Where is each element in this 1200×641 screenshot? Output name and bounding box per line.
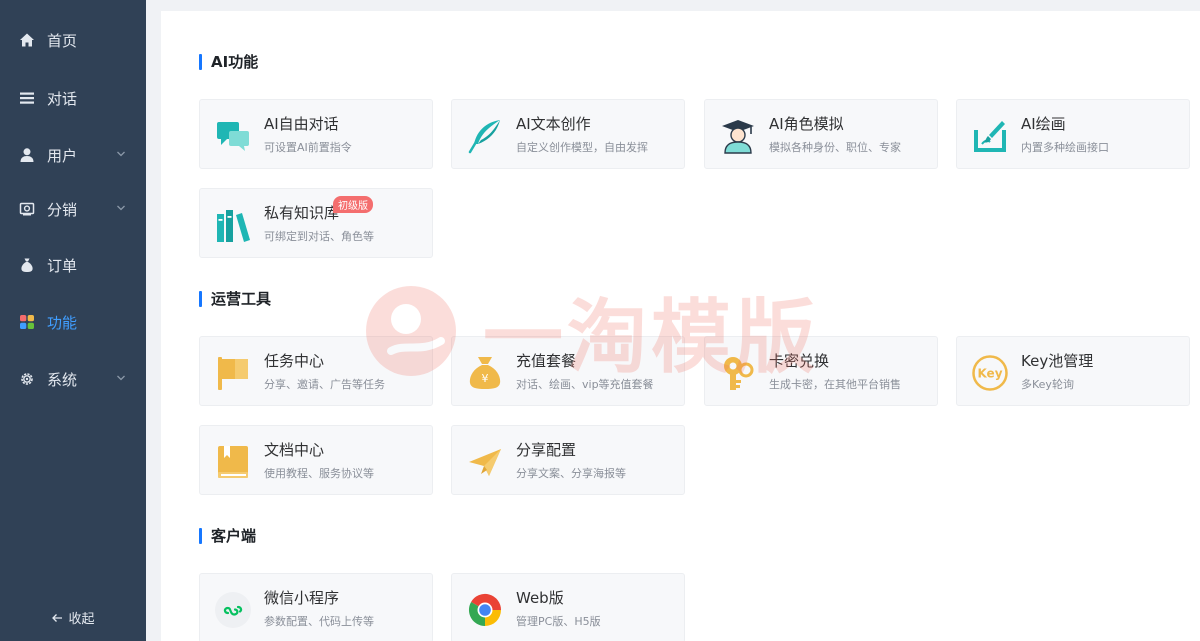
sidebar-item-distribution[interactable]: 分销 xyxy=(0,187,146,231)
sidebar-item-users[interactable]: 用户 xyxy=(0,133,146,177)
key-circle-icon: Key xyxy=(971,354,1009,392)
sidebar-item-label: 首页 xyxy=(47,31,78,50)
card-recharge-package[interactable]: ¥ 充值套餐 对话、绘画、vip等充值套餐 xyxy=(451,336,685,406)
card-desc: 分享文案、分享海报等 xyxy=(516,467,626,480)
card-card-key-exchange[interactable]: 卡密兑换 生成卡密，在其他平台销售 xyxy=(704,336,938,406)
sidebar-item-label: 分销 xyxy=(47,200,78,219)
section-title-client: 客户端 xyxy=(199,525,256,546)
card-doc-center[interactable]: 文档中心 使用教程、服务协议等 xyxy=(199,425,433,495)
section-bar xyxy=(199,527,202,544)
card-desc: 分享、邀请、广告等任务 xyxy=(264,378,385,391)
card-title: Key池管理 xyxy=(1021,352,1094,370)
sidebar-item-label: 系统 xyxy=(47,370,78,389)
card-title: 分享配置 xyxy=(516,441,577,459)
section-bar xyxy=(199,53,202,70)
section-bar xyxy=(199,290,202,307)
sidebar-item-system[interactable]: 系统 xyxy=(0,357,146,401)
section-title-text: AI功能 xyxy=(211,53,259,71)
feather-icon xyxy=(466,117,504,155)
card-web-version[interactable]: Web版 管理PC版、H5版 xyxy=(451,573,685,641)
collapse-label: 收起 xyxy=(68,612,95,627)
chrome-icon xyxy=(466,591,504,629)
arrow-left-icon xyxy=(52,613,63,622)
chat-bubbles-icon xyxy=(214,117,252,155)
collapse-button[interactable]: 收起 xyxy=(0,608,146,627)
chevron-down-icon xyxy=(117,205,125,211)
money-bag-icon: ¥ xyxy=(466,354,504,392)
graduate-icon xyxy=(719,117,757,155)
card-desc: 使用教程、服务协议等 xyxy=(264,467,374,480)
card-title: Web版 xyxy=(516,589,564,607)
card-desc: 多Key轮询 xyxy=(1021,378,1074,391)
sidebar-item-label: 订单 xyxy=(47,256,78,275)
grid-icon xyxy=(18,313,36,331)
sidebar-item-features[interactable]: 功能 xyxy=(0,300,146,344)
card-desc: 自定义创作模型，自由发挥 xyxy=(516,141,648,154)
card-desc: 对话、绘画、vip等充值套餐 xyxy=(516,378,654,391)
card-title: 私有知识库 xyxy=(264,204,340,222)
card-ai-painting[interactable]: AI绘画 内置多种绘画接口 xyxy=(956,99,1190,169)
card-ai-role-play[interactable]: AI角色模拟 模拟各种身份、职位、专家 xyxy=(704,99,938,169)
distribution-icon xyxy=(18,200,36,218)
chevron-down-icon xyxy=(117,151,125,157)
svg-text:Key: Key xyxy=(977,367,1002,381)
svg-text:¥: ¥ xyxy=(482,372,489,385)
section-title-ai: AI功能 xyxy=(199,51,258,72)
user-icon xyxy=(18,146,36,164)
card-wechat-miniprogram[interactable]: 微信小程序 参数配置、代码上传等 xyxy=(199,573,433,641)
money-bag-icon xyxy=(18,256,36,274)
section-title-text: 运营工具 xyxy=(211,290,272,308)
chevron-down-icon xyxy=(117,375,125,381)
card-title: 文档中心 xyxy=(264,441,325,459)
home-icon xyxy=(18,31,36,49)
paint-brush-icon xyxy=(971,117,1009,155)
sidebar-item-chat[interactable]: 对话 xyxy=(0,76,146,120)
card-desc: 可设置AI前置指令 xyxy=(264,141,352,154)
card-title: 卡密兑换 xyxy=(769,352,830,370)
sidebar-item-label: 用户 xyxy=(47,146,78,165)
card-desc: 内置多种绘画接口 xyxy=(1021,141,1109,154)
sidebar-item-label: 功能 xyxy=(47,313,78,332)
books-icon xyxy=(214,206,252,244)
card-desc: 生成卡密，在其他平台销售 xyxy=(769,378,901,391)
gear-icon xyxy=(18,370,36,388)
tier-badge: 初级版 xyxy=(333,196,373,213)
card-title: AI自由对话 xyxy=(264,115,339,133)
card-share-config[interactable]: 分享配置 分享文案、分享海报等 xyxy=(451,425,685,495)
list-icon xyxy=(18,89,36,107)
card-key-pool[interactable]: Key Key池管理 多Key轮询 xyxy=(956,336,1190,406)
card-title: AI角色模拟 xyxy=(769,115,844,133)
paper-plane-icon xyxy=(466,443,504,481)
section-title-text: 客户端 xyxy=(211,527,257,545)
card-task-center[interactable]: 任务中心 分享、邀请、广告等任务 xyxy=(199,336,433,406)
mini-program-icon xyxy=(214,591,252,629)
card-title: 微信小程序 xyxy=(264,589,340,607)
sidebar-item-orders[interactable]: 订单 xyxy=(0,243,146,287)
card-title: 充值套餐 xyxy=(516,352,577,370)
sidebar-item-label: 对话 xyxy=(47,89,78,108)
card-ai-free-chat[interactable]: AI自由对话 可设置AI前置指令 xyxy=(199,99,433,169)
card-desc: 模拟各种身份、职位、专家 xyxy=(769,141,901,154)
card-desc: 可绑定到对话、角色等 xyxy=(264,230,374,243)
card-private-knowledge[interactable]: 私有知识库 初级版 可绑定到对话、角色等 xyxy=(199,188,433,258)
main-panel: AI功能 AI自由对话 可设置AI前置指令 AI文本创作 自定义创作模型，自由发… xyxy=(161,11,1200,641)
sidebar: 首页 对话 用户 分销 订单 功能 系统 收起 xyxy=(0,0,146,641)
flag-icon xyxy=(214,354,252,392)
card-ai-text-creation[interactable]: AI文本创作 自定义创作模型，自由发挥 xyxy=(451,99,685,169)
card-desc: 参数配置、代码上传等 xyxy=(264,615,374,628)
card-title: AI绘画 xyxy=(1021,115,1066,133)
card-title: 任务中心 xyxy=(264,352,325,370)
section-title-ops: 运营工具 xyxy=(199,288,271,309)
sidebar-item-home[interactable]: 首页 xyxy=(0,18,146,62)
card-title: AI文本创作 xyxy=(516,115,591,133)
card-desc: 管理PC版、H5版 xyxy=(516,615,601,628)
book-icon xyxy=(214,443,252,481)
key-icon xyxy=(719,354,757,392)
